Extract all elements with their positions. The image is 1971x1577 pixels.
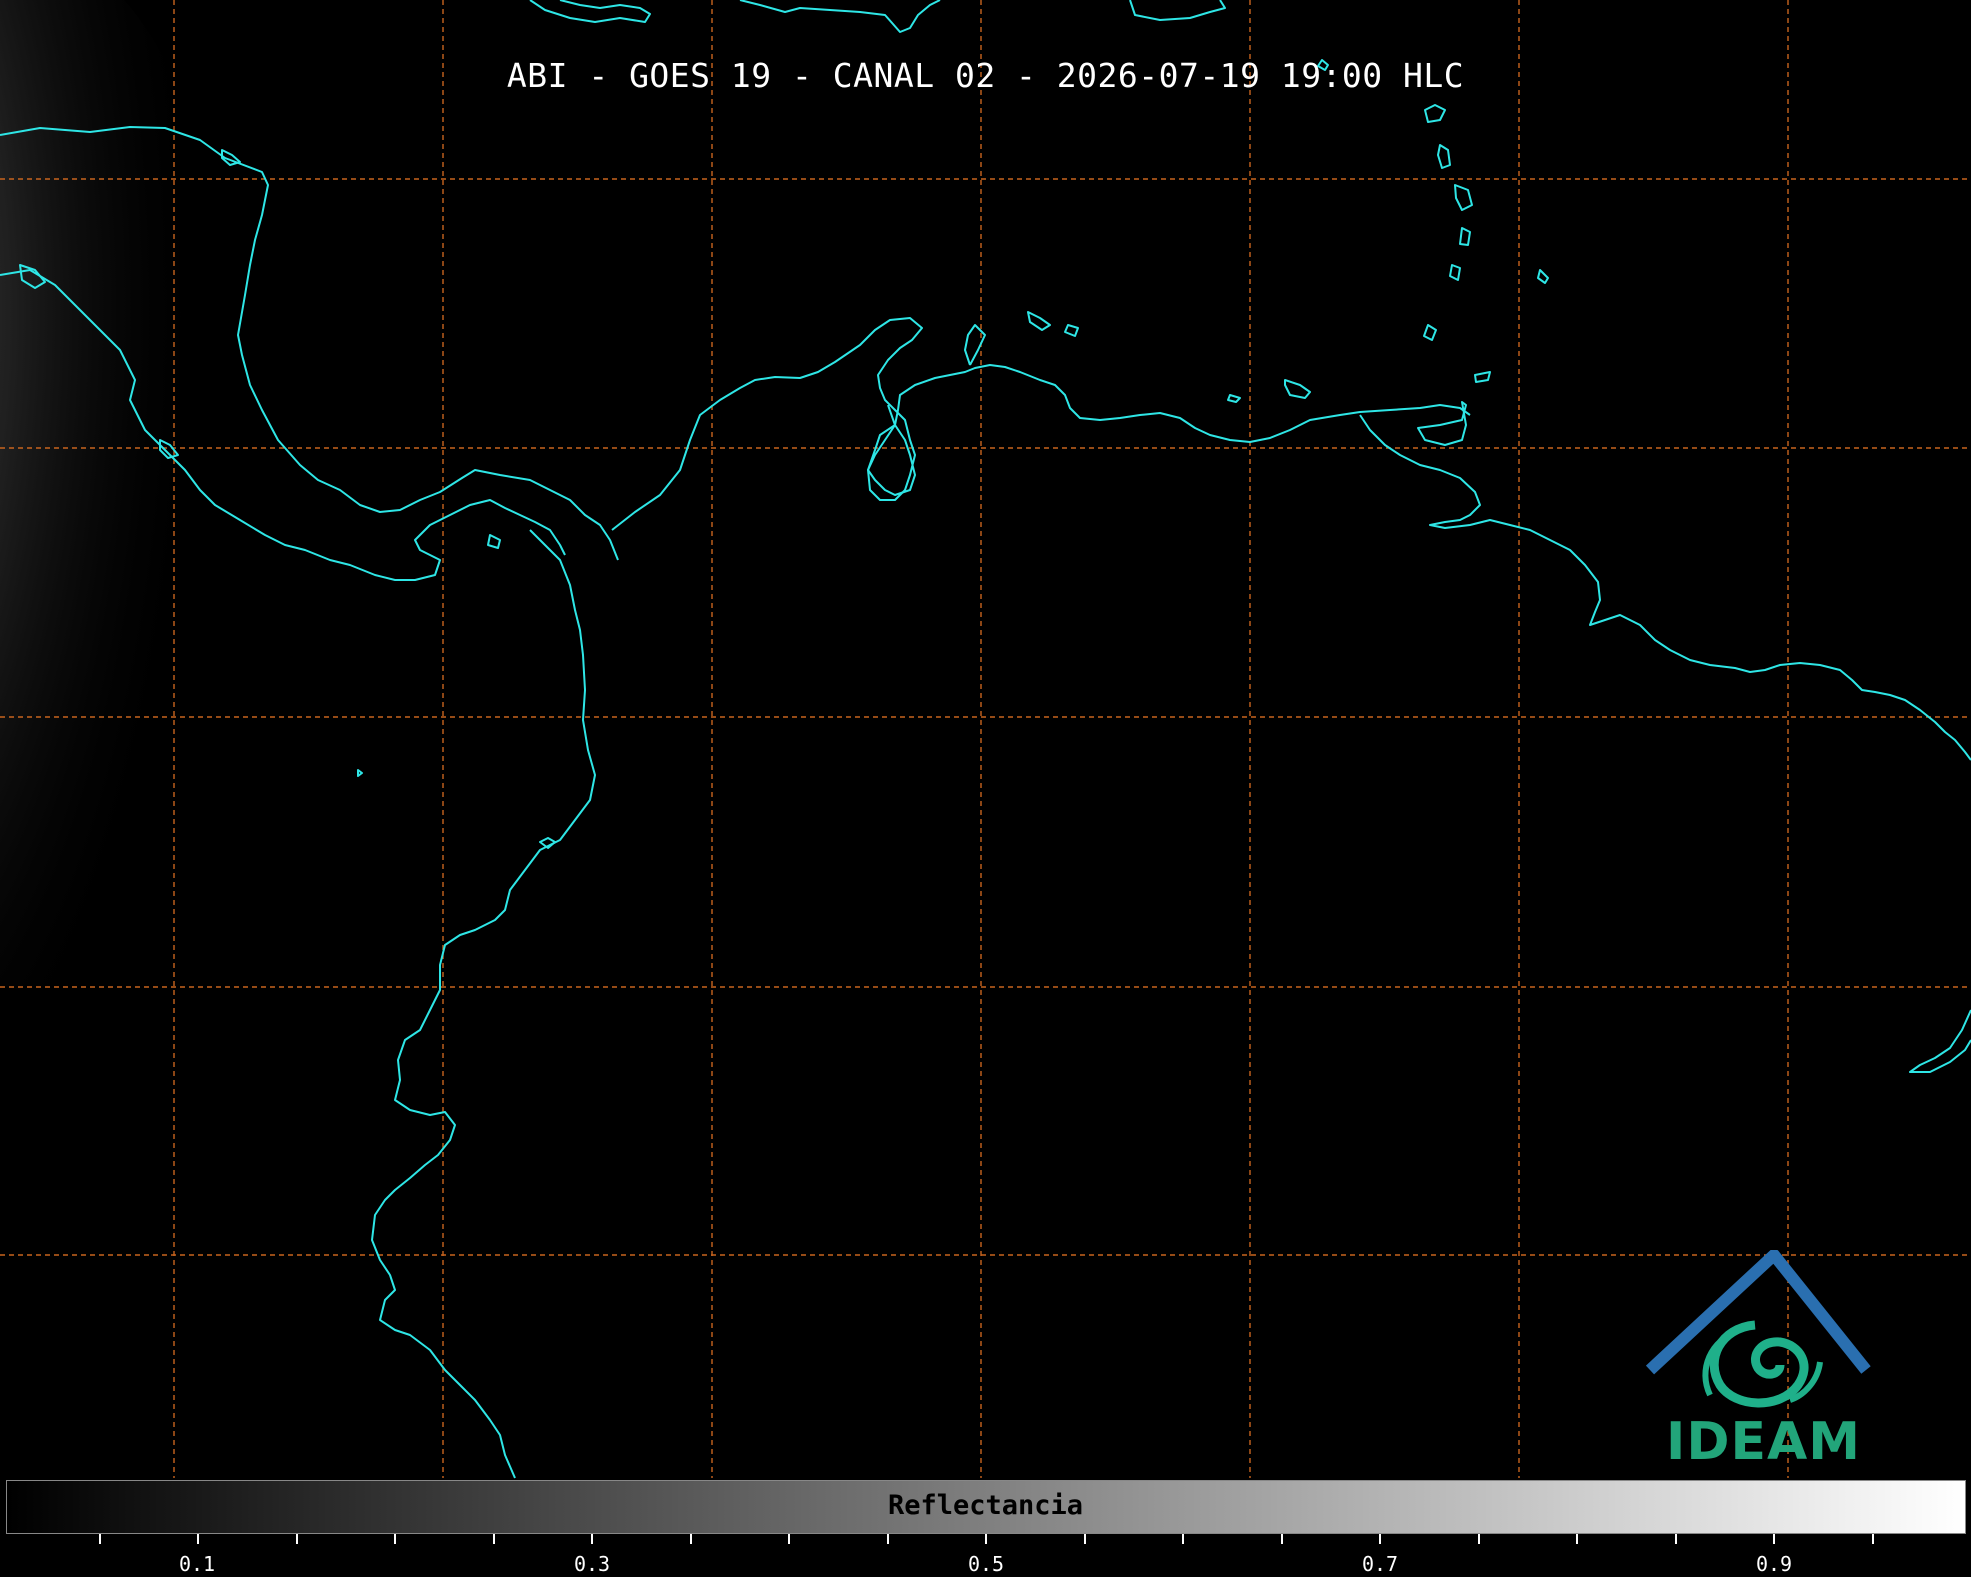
logo-text: IDEAM [1666,1412,1862,1472]
map-title: ABI - GOES 19 - CANAL 02 - 2026-07-19 19… [506,56,1465,95]
colorbar-label: Reflectancia [887,1490,1084,1521]
colorbar-tick-label: 0.1 [178,1552,216,1576]
colorbar-tick-label: 0.5 [967,1552,1005,1576]
colorbar-tick-label: 0.9 [1755,1552,1793,1576]
colorbar-tick-label: 0.7 [1361,1552,1399,1576]
colorbar-ticks [99,1534,1874,1544]
colorbar-tick-label: 0.3 [573,1552,611,1576]
logo-swirl-icon [1702,1320,1823,1408]
